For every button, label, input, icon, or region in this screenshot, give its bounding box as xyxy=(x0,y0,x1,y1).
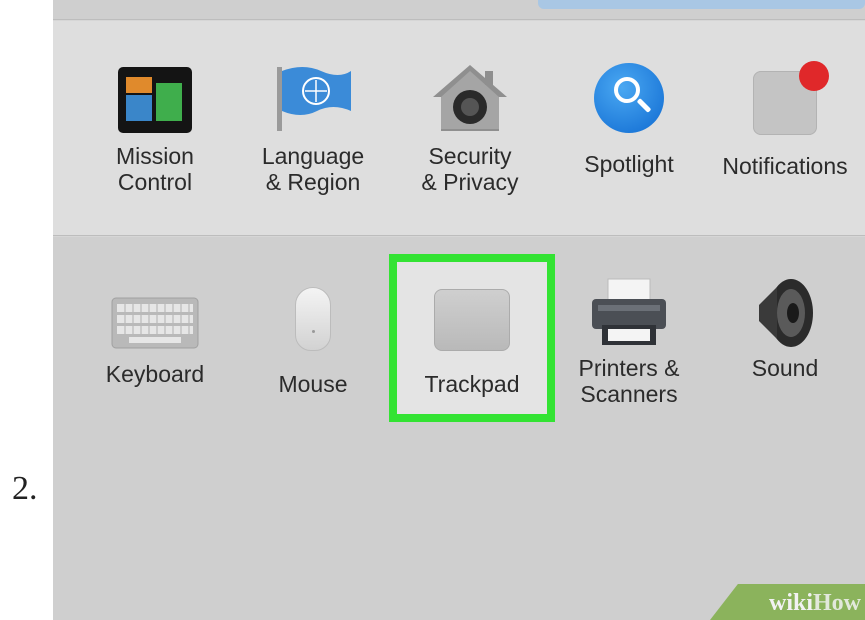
house-lock-icon xyxy=(433,65,507,131)
pref-label: Security & Privacy xyxy=(421,143,519,195)
pref-label: Language & Region xyxy=(261,143,365,195)
pref-label: Notifications xyxy=(722,153,848,179)
pref-label: Mission Control xyxy=(116,143,194,195)
pref-spotlight[interactable]: Spotlight xyxy=(549,63,709,177)
preferences-row-personal: Mission Control Language & Region Securi… xyxy=(53,21,865,236)
pref-keyboard[interactable]: Keyboard xyxy=(75,283,235,387)
toolbar-strip xyxy=(53,0,865,20)
pref-notifications[interactable]: Notifications xyxy=(705,61,865,179)
pref-security-privacy[interactable]: Security & Privacy xyxy=(390,63,550,195)
notification-badge-icon xyxy=(753,61,829,135)
keyboard-icon xyxy=(111,297,199,349)
speaker-icon xyxy=(759,279,813,347)
un-flag-icon xyxy=(277,67,351,131)
pref-label: Mouse xyxy=(278,371,348,397)
mouse-icon xyxy=(295,287,331,351)
pref-mission-control[interactable]: Mission Control xyxy=(75,67,235,195)
pref-label: Keyboard xyxy=(105,361,205,387)
trackpad-icon xyxy=(434,289,510,351)
pref-trackpad[interactable]: Trackpad xyxy=(392,283,552,397)
mission-control-icon xyxy=(118,67,192,133)
system-preferences-panel: Mission Control Language & Region Securi… xyxy=(53,0,865,620)
magnifier-icon xyxy=(594,63,664,133)
pref-label: Printers & Scanners xyxy=(578,355,680,407)
pref-sound[interactable]: Sound xyxy=(705,277,865,381)
pref-label: Spotlight xyxy=(584,151,674,177)
search-field-edge[interactable] xyxy=(538,0,865,9)
pref-printers-scanners[interactable]: Printers & Scanners xyxy=(549,277,709,407)
wikihow-watermark: wikiHow xyxy=(710,584,865,620)
pref-mouse[interactable]: Mouse xyxy=(233,283,393,397)
step-number: 2. xyxy=(12,470,38,507)
preferences-row-hardware: Keyboard Mouse Trackpad Printers & Scann… xyxy=(53,237,865,620)
printer-icon xyxy=(592,278,666,345)
pref-language-region[interactable]: Language & Region xyxy=(233,63,393,195)
pref-label: Trackpad xyxy=(424,371,520,397)
pref-label: Sound xyxy=(751,355,819,381)
